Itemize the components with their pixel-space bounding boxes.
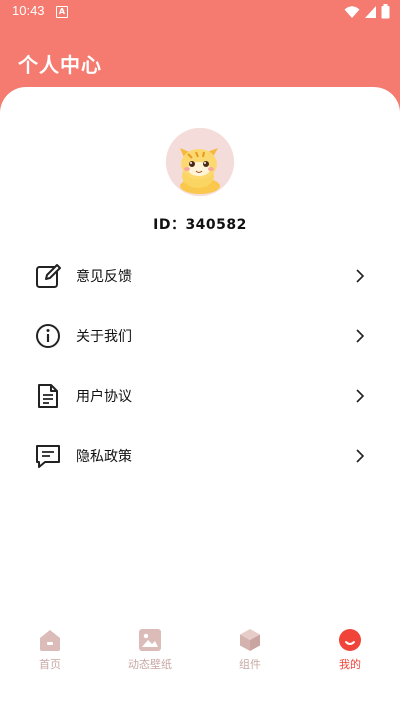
- nav-label: 动态壁纸: [128, 658, 172, 671]
- cube-icon: [240, 629, 260, 651]
- status-icons: [344, 4, 390, 19]
- edit-icon: [36, 264, 61, 288]
- cat-avatar-icon: [166, 128, 234, 196]
- chevron-right-icon: [356, 269, 365, 283]
- nav-label: 组件: [239, 658, 261, 671]
- status-time: 10:43: [12, 3, 45, 18]
- home-icon: [40, 630, 60, 651]
- signal-icon: [365, 5, 376, 18]
- wifi-icon: [344, 5, 360, 18]
- nav-item-live-wallpaper[interactable]: 动态壁纸: [100, 618, 200, 688]
- smile-icon: [339, 629, 361, 651]
- nav-label: 首页: [39, 658, 61, 671]
- notification-icon: A: [56, 6, 68, 18]
- menu-item-label: 关于我们: [76, 329, 132, 345]
- menu-item-label: 用户协议: [76, 389, 132, 405]
- user-id: ID：340582: [153, 217, 247, 233]
- nav-item-widgets[interactable]: 组件: [200, 618, 300, 688]
- page-title: 个人中心: [18, 53, 102, 77]
- menu-item-label: 意见反馈: [76, 269, 132, 285]
- status-bar: 10:43 A: [0, 0, 400, 24]
- chevron-right-icon: [356, 329, 365, 343]
- nav-item-mine[interactable]: 我的: [300, 618, 400, 688]
- menu-item-label: 隐私政策: [76, 449, 132, 465]
- menu-item-privacy-policy[interactable]: 隐私政策: [0, 428, 400, 484]
- chevron-right-icon: [356, 389, 365, 403]
- message-icon: [36, 445, 60, 468]
- info-icon: [36, 324, 60, 348]
- image-icon: [139, 629, 161, 651]
- avatar[interactable]: [166, 128, 234, 196]
- menu-item-feedback[interactable]: 意见反馈: [0, 248, 400, 304]
- document-icon: [38, 384, 58, 408]
- menu-item-user-agreement[interactable]: 用户协议: [0, 368, 400, 424]
- bottom-nav: 首页 动态壁纸 组件 我的: [0, 618, 400, 688]
- home-indicator: [0, 700, 400, 712]
- nav-label: 我的: [339, 658, 361, 671]
- nav-item-home[interactable]: 首页: [0, 618, 100, 688]
- chevron-right-icon: [356, 449, 365, 463]
- battery-icon: [381, 4, 390, 19]
- menu-item-about[interactable]: 关于我们: [0, 308, 400, 364]
